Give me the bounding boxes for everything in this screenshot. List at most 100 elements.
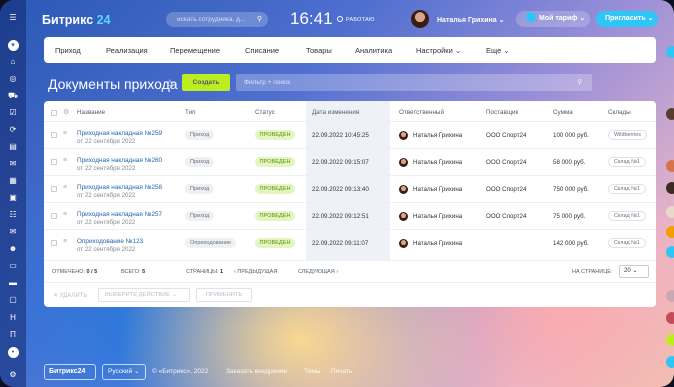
right-panel-chat-icon[interactable] bbox=[666, 46, 674, 58]
language-select[interactable]: Русский ⌄ bbox=[102, 364, 146, 380]
document-link[interactable]: Приходная накладная №260 bbox=[77, 157, 162, 164]
cart-icon[interactable]: ⛟ bbox=[7, 91, 19, 101]
nav-item-more[interactable]: Еще ⌄ bbox=[486, 46, 510, 55]
table-row[interactable]: ≡ Приходная накладная №259 от 22 сентябр… bbox=[44, 121, 656, 148]
nav-item-transfer[interactable]: Перемещение bbox=[170, 46, 220, 55]
disk-icon[interactable]: ▣ bbox=[7, 193, 19, 203]
column-header-name[interactable]: Название bbox=[77, 109, 105, 116]
search-icon[interactable]: ⚲ bbox=[257, 12, 262, 27]
row-checkbox[interactable] bbox=[51, 159, 57, 165]
check-icon[interactable]: ☑ bbox=[7, 108, 19, 118]
column-header-status[interactable]: Статус bbox=[255, 109, 275, 116]
invite-button[interactable]: Пригласить ⌄ bbox=[596, 11, 658, 27]
right-panel-avatar[interactable] bbox=[666, 206, 674, 218]
responsible-name[interactable]: Наталья Грихина bbox=[413, 240, 462, 247]
bitrix-logo[interactable]: Битрикс 24 bbox=[42, 13, 111, 27]
search-input[interactable]: искать сотрудника, д... ⚲ bbox=[166, 12, 268, 27]
apply-button[interactable]: ПРИМЕНИТЬ bbox=[196, 288, 252, 302]
store-icon[interactable]: ▬ bbox=[7, 278, 19, 288]
avatar[interactable] bbox=[399, 239, 408, 248]
nav-item-analytics[interactable]: Аналитика bbox=[355, 46, 392, 55]
box-icon[interactable]: ▢ bbox=[7, 295, 19, 305]
nav-item-settings[interactable]: Настройки ⌄ bbox=[416, 46, 461, 55]
table-row[interactable]: ≡ Приходная накладная №260 от 22 сентябр… bbox=[44, 148, 656, 175]
star-icon[interactable]: ☆ bbox=[165, 77, 175, 90]
document-link[interactable]: Оприходование №123 bbox=[77, 238, 143, 245]
avatar[interactable] bbox=[399, 212, 408, 221]
table-row[interactable]: ≡ Приходная накладная №257 от 22 сентябр… bbox=[44, 202, 656, 229]
themes-link[interactable]: Темы bbox=[304, 368, 320, 375]
row-menu-icon[interactable]: ≡ bbox=[63, 211, 67, 218]
prev-page-link[interactable]: ‹ ПРЕДЫДУЩАЯ bbox=[234, 269, 277, 275]
create-button[interactable]: Создать bbox=[182, 74, 230, 91]
responsible-name[interactable]: Наталья Грихина bbox=[413, 186, 462, 193]
gear-icon[interactable]: ⚙ bbox=[63, 108, 69, 116]
column-header-sum[interactable]: Сумма bbox=[553, 109, 573, 116]
page-number[interactable]: 1 bbox=[220, 269, 223, 275]
order-implementation-link[interactable]: Заказать внедрение bbox=[226, 368, 287, 375]
nav-item-products[interactable]: Товары bbox=[306, 46, 332, 55]
list-icon[interactable]: ☷ bbox=[7, 210, 19, 220]
responsible-name[interactable]: Наталья Грихина bbox=[413, 132, 462, 139]
right-panel-avatar[interactable] bbox=[666, 334, 674, 346]
action-select[interactable]: ВЫБЕРИТЕ ДЕЙСТВИЕ ⌄ bbox=[98, 288, 190, 302]
row-checkbox[interactable] bbox=[51, 213, 57, 219]
chat-icon[interactable]: ✉ bbox=[7, 159, 19, 169]
avatar[interactable] bbox=[411, 10, 429, 28]
crm-icon[interactable]: ⟳ bbox=[7, 125, 19, 135]
column-header-type[interactable]: Тип bbox=[185, 109, 196, 116]
delete-button[interactable]: ✕ УДАЛИТЬ bbox=[53, 292, 87, 299]
per-page-select[interactable]: 20 ⌄ bbox=[619, 265, 649, 278]
sidebar-letter-n[interactable]: Н bbox=[7, 313, 19, 323]
contacts-icon[interactable]: ☻ bbox=[7, 244, 19, 254]
responsible-name[interactable]: Наталья Грихина bbox=[413, 159, 462, 166]
bitrix-footer-logo[interactable]: Битрикс24 bbox=[44, 364, 96, 380]
column-header-supplier[interactable]: Поставщик bbox=[486, 109, 518, 116]
nav-item-sales[interactable]: Реализация bbox=[106, 46, 148, 55]
document-link[interactable]: Приходная накладная №257 bbox=[77, 211, 162, 218]
document-link[interactable]: Приходная накладная №259 bbox=[77, 130, 162, 137]
row-menu-icon[interactable]: ≡ bbox=[63, 184, 67, 191]
search-icon[interactable]: ⚲ bbox=[577, 74, 582, 91]
target-icon[interactable]: ◎ bbox=[7, 74, 19, 84]
right-panel-avatar[interactable] bbox=[666, 160, 674, 172]
right-panel-avatar[interactable] bbox=[666, 108, 674, 120]
row-checkbox[interactable] bbox=[51, 132, 57, 138]
settings-icon[interactable]: ⚙ bbox=[7, 370, 19, 380]
right-panel-avatar[interactable] bbox=[666, 356, 674, 368]
row-menu-icon[interactable]: ≡ bbox=[63, 157, 67, 164]
nav-item-writeoff[interactable]: Списание bbox=[245, 46, 279, 55]
mail-icon[interactable]: ✉ bbox=[7, 227, 19, 237]
more-icon[interactable]: • bbox=[7, 347, 19, 358]
right-panel-avatar[interactable] bbox=[666, 290, 674, 302]
tariff-button[interactable]: Мой тариф ⌄ bbox=[516, 11, 590, 27]
column-header-date[interactable]: Дата изменения bbox=[312, 109, 359, 116]
user-menu[interactable]: Наталья Грихина ⌄ bbox=[437, 16, 504, 24]
work-status[interactable]: РАБОТАЮ bbox=[337, 16, 375, 23]
right-panel-avatar[interactable] bbox=[666, 226, 674, 238]
nav-item-income[interactable]: Приход bbox=[55, 46, 81, 55]
right-panel-avatar[interactable] bbox=[666, 312, 674, 324]
clock[interactable]: 16:41 bbox=[290, 9, 333, 29]
home-icon[interactable]: ⌂ bbox=[7, 57, 19, 67]
row-menu-icon[interactable]: ≡ bbox=[63, 238, 67, 245]
table-row[interactable]: ≡ Оприходование №123 от 22 сентября 2022… bbox=[44, 229, 656, 256]
calendar-icon[interactable]: ▦ bbox=[7, 176, 19, 186]
menu-icon[interactable]: ☰ bbox=[7, 13, 19, 23]
filter-search-input[interactable]: Фильтр + поиск ⚲ bbox=[236, 74, 592, 91]
avatar[interactable] bbox=[399, 158, 408, 167]
row-checkbox[interactable] bbox=[51, 240, 57, 246]
right-panel-avatar[interactable] bbox=[666, 246, 674, 258]
table-row[interactable]: ≡ Приходная накладная №258 от 22 сентябр… bbox=[44, 175, 656, 202]
column-header-responsible[interactable]: Ответственный bbox=[399, 109, 444, 116]
next-page-link[interactable]: СЛЕДУЮЩАЯ › bbox=[298, 269, 338, 275]
select-all-checkbox[interactable] bbox=[51, 110, 57, 116]
document-icon[interactable]: ▤ bbox=[7, 142, 19, 152]
row-checkbox[interactable] bbox=[51, 186, 57, 192]
avatar[interactable] bbox=[399, 185, 408, 194]
row-menu-icon[interactable]: ≡ bbox=[63, 130, 67, 137]
column-header-stores[interactable]: Склады bbox=[608, 109, 631, 116]
filter-icon[interactable]: ▾ bbox=[7, 40, 19, 51]
print-link[interactable]: Печать bbox=[331, 368, 352, 375]
avatar[interactable] bbox=[399, 131, 408, 140]
